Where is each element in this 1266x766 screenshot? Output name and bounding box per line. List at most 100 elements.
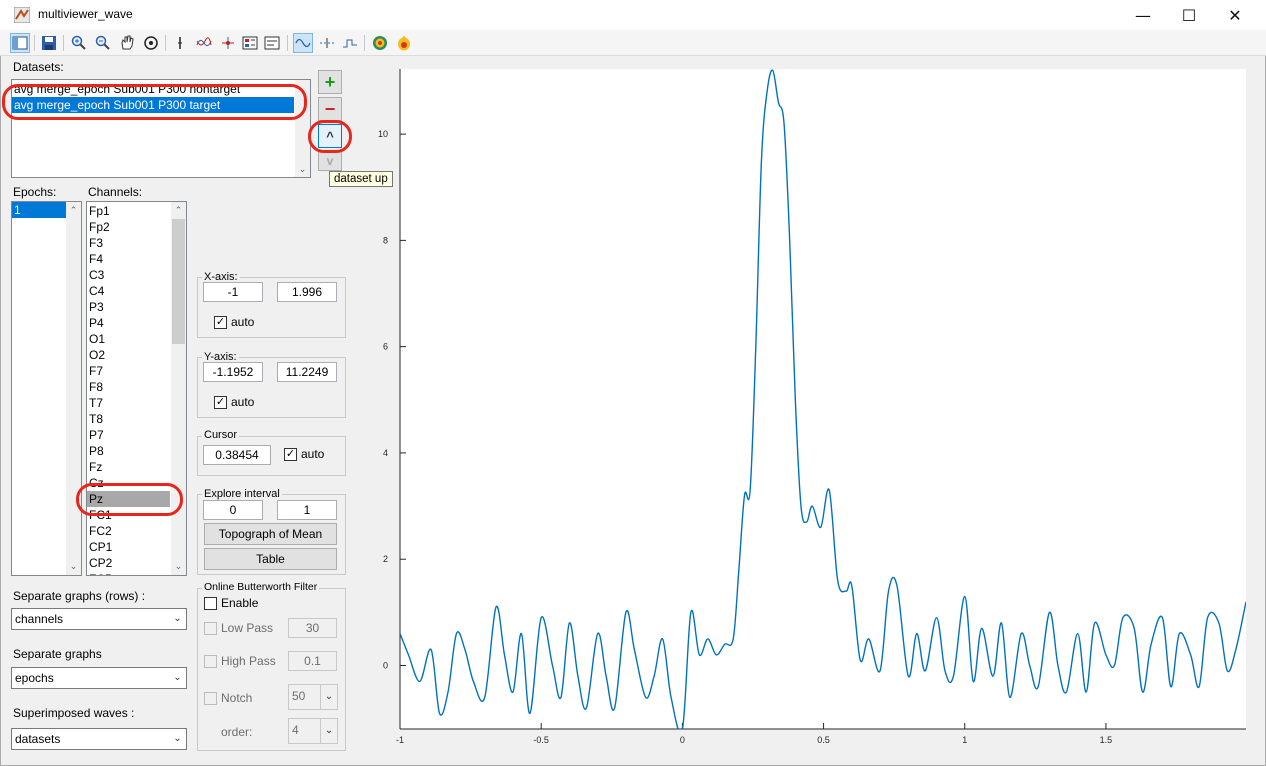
yaxis-min-input[interactable]: -1.1952: [203, 362, 263, 382]
channels-label: Channels:: [88, 185, 143, 199]
highpass-checkbox[interactable]: [204, 655, 217, 668]
sep-cols-label: Separate graphs: [13, 647, 102, 661]
scroll-down-arrow-icon[interactable]: ⌄: [171, 559, 186, 574]
superimposed-label: Superimposed waves :: [13, 706, 135, 720]
window-title: multiviewer_wave: [38, 7, 133, 21]
chevron-down-icon: ⌄: [320, 685, 337, 709]
x-tick-label: 1.5: [1100, 735, 1113, 745]
sep-rows-label: Separate graphs (rows) :: [13, 589, 146, 603]
highlight-ring-up: [308, 120, 352, 153]
legend-icon[interactable]: [218, 33, 238, 53]
table-button[interactable]: Table: [204, 548, 337, 570]
plot-area[interactable]: [400, 69, 1246, 729]
yaxis-auto-label: auto: [231, 395, 255, 409]
yaxis-auto-checkbox[interactable]: ✓: [214, 396, 227, 409]
chevron-down-icon: ⌄: [173, 613, 182, 624]
data-cursor-icon[interactable]: [170, 33, 190, 53]
colorbar-icon[interactable]: [240, 33, 260, 53]
sep-rows-value: channels: [15, 612, 64, 626]
chevron-down-icon: ⌄: [173, 672, 182, 683]
cursor-title: Cursor: [202, 429, 240, 441]
zoom-out-icon[interactable]: [93, 33, 113, 53]
notch-label: Notch: [221, 691, 253, 705]
lowpass-input[interactable]: 30: [288, 618, 337, 638]
explore-to-input[interactable]: 1: [277, 500, 337, 520]
dock-icon[interactable]: [10, 33, 30, 53]
topograph-button[interactable]: Topograph of Mean: [204, 523, 337, 545]
scroll-up-arrow-icon[interactable]: ⌃: [66, 203, 81, 218]
notch-value: 50: [292, 689, 306, 703]
epochs-listbox[interactable]: 1 ⌃ ⌄: [11, 201, 82, 576]
topo-icon[interactable]: [370, 33, 390, 53]
epoch-item[interactable]: 1: [12, 202, 66, 218]
channels-listbox[interactable]: Fp1 Fp2 F3 F4 C3 C4 P3 P4 O1 O2 F7 F8 T7 T8 P7 P8 Fz Cz Pz…: [86, 201, 187, 576]
explore-from-input[interactable]: 0: [203, 500, 263, 520]
lowpass-checkbox[interactable]: [204, 622, 217, 635]
save-icon[interactable]: [39, 33, 59, 53]
xaxis-auto-checkbox[interactable]: ✓: [214, 316, 227, 329]
order-select[interactable]: 4 ⌄: [288, 718, 338, 744]
xaxis-auto-label: auto: [231, 315, 255, 329]
toolbar: [0, 30, 1266, 56]
head-icon[interactable]: [394, 33, 414, 53]
yaxis-max-input[interactable]: 11.2249: [277, 362, 337, 382]
zoom-in-icon[interactable]: [69, 33, 89, 53]
filter-enable-label: Enable: [221, 596, 259, 610]
pan-icon[interactable]: [117, 33, 137, 53]
chevron-down-icon: ⌄: [173, 733, 182, 744]
close-button[interactable]: ✕: [1212, 0, 1258, 30]
wave-icon[interactable]: [293, 33, 313, 53]
cursor-auto-label: auto: [301, 447, 325, 461]
xaxis-min-input[interactable]: -1: [203, 282, 263, 302]
highlight-ring-dataset: [2, 84, 307, 120]
matlab-icon: [14, 7, 30, 23]
x-tick-label: -1: [396, 735, 404, 745]
remove-dataset-button[interactable]: −: [318, 97, 342, 121]
scroll-up-arrow-icon[interactable]: ⌃: [171, 203, 186, 218]
notch-select[interactable]: 50 ⌄: [288, 684, 338, 710]
notch-checkbox[interactable]: [204, 692, 217, 705]
highpass-input[interactable]: 0.1: [288, 651, 337, 671]
x-tick-label: -0.5: [533, 735, 549, 745]
layout-icon[interactable]: [262, 33, 282, 53]
epochs-scrollbar[interactable]: ⌃ ⌄: [66, 202, 81, 575]
wave-chart[interactable]: -1 -0.5 0 0.5 1 1.5 0 2 4 6 8 10: [360, 60, 1260, 760]
sep-rows-select[interactable]: channels ⌄: [11, 608, 187, 630]
superimposed-select[interactable]: datasets ⌄: [11, 728, 187, 750]
cursor-input[interactable]: 0.38454: [203, 445, 271, 465]
rotate-icon[interactable]: [141, 33, 161, 53]
scroll-down-arrow-icon[interactable]: ⌄: [66, 559, 81, 574]
chevron-down-icon: v: [326, 154, 334, 168]
sep-cols-select[interactable]: epochs ⌄: [11, 667, 187, 689]
y-tick-label: 10: [378, 129, 388, 139]
lowpass-label: Low Pass: [221, 621, 274, 635]
datasets-label: Datasets:: [13, 60, 64, 74]
scroll-thumb[interactable]: [172, 219, 185, 344]
title-bar: multiviewer_wave — ☐ ✕: [0, 0, 1266, 30]
filter-enable-checkbox[interactable]: [204, 597, 217, 610]
highlight-ring-channel: [76, 483, 183, 516]
minimize-button[interactable]: —: [1120, 0, 1166, 30]
maximize-button[interactable]: ☐: [1166, 0, 1212, 30]
y-tick-label: 8: [383, 235, 388, 245]
y-tick-label: 0: [383, 660, 388, 670]
scatter-icon[interactable]: [317, 33, 337, 53]
order-label: order:: [221, 725, 253, 739]
sep-cols-value: epochs: [15, 671, 54, 685]
cursor-auto-checkbox[interactable]: ✓: [284, 448, 297, 461]
xaxis-max-input[interactable]: 1.996: [277, 282, 337, 302]
superimposed-value: datasets: [15, 732, 61, 746]
step-icon[interactable]: [340, 33, 360, 53]
add-dataset-button[interactable]: +: [318, 70, 342, 94]
brush-icon[interactable]: [194, 33, 214, 53]
dataset-down-button[interactable]: v: [318, 151, 342, 171]
y-tick-label: 2: [383, 554, 388, 564]
explore-title: Explore interval: [202, 488, 282, 500]
chevron-down-icon: ⌄: [320, 719, 337, 743]
x-tick-label: 1: [962, 735, 967, 745]
highpass-label: High Pass: [221, 654, 276, 668]
epochs-label: Epochs:: [13, 185, 57, 199]
channels-scrollbar[interactable]: ⌃ ⌄: [171, 202, 186, 575]
scroll-down-arrow-icon[interactable]: ⌄: [295, 162, 310, 177]
y-tick-label: 4: [383, 448, 388, 458]
